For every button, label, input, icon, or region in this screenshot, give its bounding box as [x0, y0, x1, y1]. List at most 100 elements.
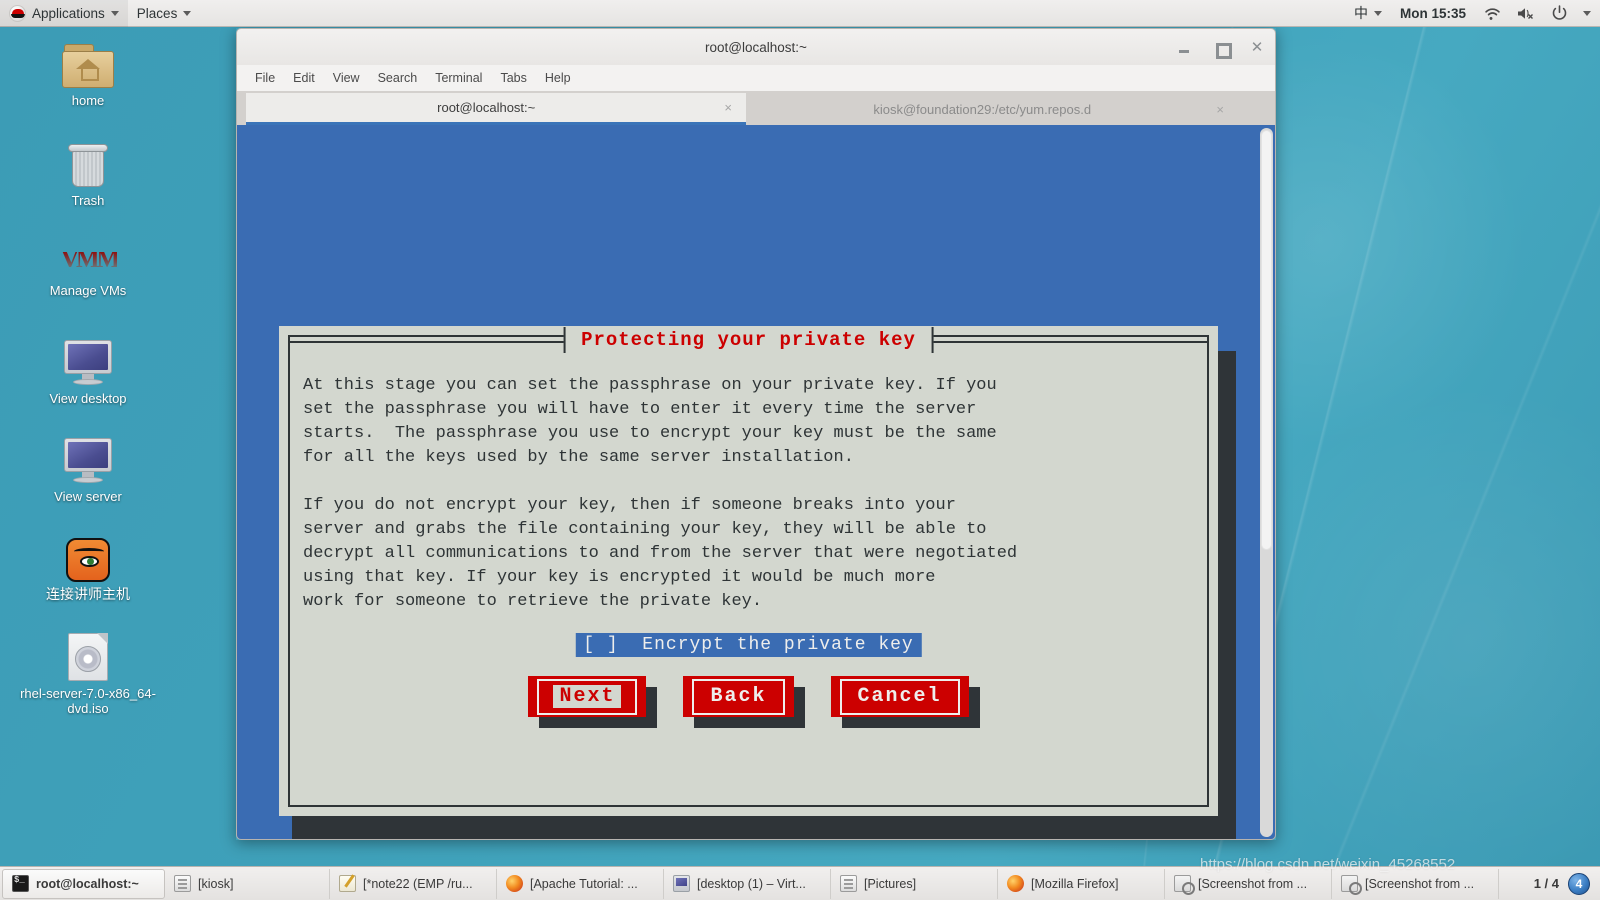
chevron-down-icon	[110, 10, 119, 16]
desktop-icon-trash[interactable]: Trash	[13, 142, 163, 208]
back-button[interactable]: Back	[683, 676, 794, 717]
taskbar-item-screenshot-2[interactable]: [Screenshot from ...	[1332, 868, 1499, 899]
applications-menu[interactable]: Applications	[0, 0, 128, 27]
taskbar-item-label: [Apache Tutorial: ...	[530, 876, 638, 891]
button-frame: Cancel	[839, 679, 960, 715]
desktop-icon-label: home	[71, 93, 105, 108]
system-status-menu[interactable]	[1475, 0, 1600, 27]
terminal-tab-root[interactable]: root@localhost:~ ×	[246, 93, 746, 125]
next-button[interactable]: Next	[528, 676, 647, 717]
taskbar-item-screenshot-1[interactable]: [Screenshot from ...	[1165, 868, 1332, 899]
chevron-down-icon	[1373, 10, 1382, 16]
menu-search[interactable]: Search	[370, 68, 426, 88]
firefox-icon	[1007, 875, 1024, 892]
taskbar-item-desktop-virt[interactable]: [desktop (1) – Virt...	[664, 868, 831, 899]
taskbar-item-firefox[interactable]: [Mozilla Firefox]	[998, 868, 1165, 899]
desktop-icon-view-server[interactable]: View server	[13, 438, 163, 504]
next-button-wrap: Next	[528, 676, 658, 728]
tab-label: root@localhost:~	[437, 100, 536, 115]
encrypt-private-key-checkbox[interactable]: [ ] Encrypt the private key	[575, 633, 922, 657]
taskbar-item-label: [*note22 (EMP /ru...	[363, 876, 473, 891]
text-editor-icon	[339, 875, 356, 892]
chevron-down-icon	[183, 10, 192, 16]
window-titlebar[interactable]: root@localhost:~ ✕	[236, 28, 1276, 65]
menu-terminal[interactable]: Terminal	[427, 68, 490, 88]
dialog-button-row: Next Back Cancel	[279, 676, 1218, 728]
taskbar-item-note22[interactable]: [*note22 (EMP /ru...	[330, 868, 497, 899]
power-icon	[1552, 5, 1567, 20]
taskbar-item-label: [Mozilla Firefox]	[1031, 876, 1119, 891]
desktop-icon-label: 连接讲师主机	[46, 586, 130, 602]
close-icon[interactable]: ×	[724, 100, 732, 115]
desktop-icon-label: rhel-server-7.0-x86_64-dvd.iso	[20, 686, 156, 716]
maximize-button[interactable]	[1213, 40, 1232, 59]
taskbar-item-label: [Pictures]	[864, 876, 917, 891]
menu-tabs[interactable]: Tabs	[492, 68, 534, 88]
taskbar-item-label: [Screenshot from ...	[1365, 876, 1475, 891]
taskbar-item-apache-tutorial[interactable]: [Apache Tutorial: ...	[497, 868, 664, 899]
scrollbar-thumb[interactable]	[1261, 130, 1272, 550]
menu-help[interactable]: Help	[537, 68, 579, 88]
dialog-body-text: At this stage you can set the passphrase…	[303, 376, 1018, 611]
firefox-icon	[506, 875, 523, 892]
taskbar-item-label: [kiosk]	[198, 876, 234, 891]
clock[interactable]: Mon 15:35	[1391, 0, 1475, 27]
taskbar-item-label: [Screenshot from ...	[1198, 876, 1308, 891]
back-button-wrap: Back	[683, 676, 805, 728]
cancel-button[interactable]: Cancel	[830, 676, 969, 717]
places-menu-label: Places	[136, 5, 178, 21]
volume-muted-icon	[1518, 7, 1533, 19]
desktop-icon-label: View desktop	[49, 391, 127, 406]
window-title: root@localhost:~	[705, 39, 807, 55]
menu-view[interactable]: View	[325, 68, 368, 88]
monitor-icon	[61, 438, 115, 484]
workspace-switcher-icon[interactable]: 4	[1568, 872, 1590, 895]
taskbar-item-terminal[interactable]: root@localhost:~	[2, 868, 165, 899]
chevron-down-icon	[1583, 10, 1591, 16]
desktop-icon-label: Manage VMs	[49, 283, 127, 298]
next-button-label: Next	[553, 685, 622, 708]
menu-file[interactable]: File	[247, 68, 283, 88]
iso-disc-icon	[68, 633, 108, 681]
terminal-scrollbar[interactable]	[1260, 128, 1273, 837]
desktop-icon-connect-instructor[interactable]: 连接讲师主机	[13, 538, 163, 602]
desktop-icon-label: Trash	[71, 193, 105, 208]
taskbar-item-label: root@localhost:~	[36, 876, 139, 891]
top-panel: Applications Places 中 Mon 15:35	[0, 0, 1600, 27]
tab-label: kiosk@foundation29:/etc/yum.repos.d	[873, 101, 1092, 117]
clock-label: Mon 15:35	[1399, 5, 1466, 21]
home-folder-icon	[62, 44, 114, 88]
desktop-icon-view-desktop[interactable]: View desktop	[13, 340, 163, 406]
desktop-icon-manage-vms[interactable]: Manage VMs	[13, 252, 163, 298]
places-menu[interactable]: Places	[128, 0, 201, 27]
taskbar-item-pictures[interactable]: [Pictures]	[831, 868, 998, 899]
screenshot-icon	[1341, 875, 1362, 895]
close-button[interactable]: ✕	[1249, 39, 1265, 56]
input-method-label: 中	[1353, 5, 1368, 21]
taskbar: root@localhost:~ [kiosk] [*note22 (EMP /…	[0, 866, 1600, 900]
tui-dialog: Protecting your private key At this stag…	[279, 326, 1218, 816]
menu-edit[interactable]: Edit	[285, 68, 323, 88]
applications-menu-label: Applications	[32, 5, 105, 21]
cancel-button-wrap: Cancel	[830, 676, 980, 728]
terminal-window: root@localhost:~ ✕ File Edit View Search…	[236, 28, 1276, 840]
file-manager-icon	[174, 875, 191, 892]
redhat-logo-icon	[9, 4, 26, 22]
terminal-tab-kiosk[interactable]: kiosk@foundation29:/etc/yum.repos.d ×	[746, 93, 1238, 125]
monitor-icon	[61, 340, 115, 386]
input-method-indicator[interactable]: 中	[1345, 0, 1391, 27]
wifi-icon	[1485, 7, 1500, 20]
back-button-label: Back	[710, 685, 767, 708]
desktop-icon-label: View server	[54, 489, 122, 504]
taskbar-item-kiosk[interactable]: [kiosk]	[165, 868, 330, 899]
terminal-screen[interactable]: Protecting your private key At this stag…	[236, 125, 1276, 840]
close-icon[interactable]: ×	[1216, 102, 1224, 117]
minimize-button[interactable]	[1177, 40, 1193, 56]
taskbar-item-label: [desktop (1) – Virt...	[697, 876, 806, 891]
cancel-button-label: Cancel	[857, 685, 942, 708]
desktop-icon-rhel-iso[interactable]: rhel-server-7.0-x86_64-dvd.iso	[13, 633, 163, 716]
workspace-indicator[interactable]: 1 / 4 4	[1534, 872, 1598, 895]
desktop-icon-home[interactable]: home	[13, 44, 163, 108]
monitor-icon	[673, 875, 690, 892]
button-frame: Back	[692, 679, 785, 715]
